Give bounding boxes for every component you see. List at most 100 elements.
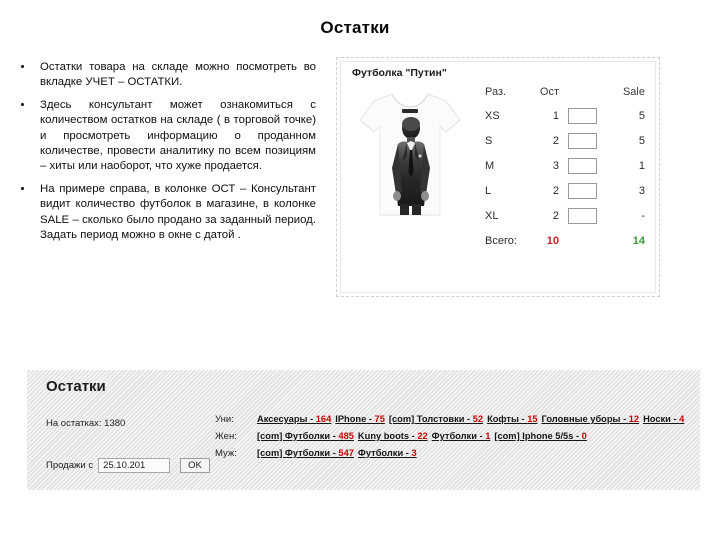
category-link[interactable]: Аксесуары - 164 xyxy=(257,414,331,424)
category-separator: - xyxy=(476,431,486,441)
category-items: Аксесуары - 164 IPhone - 75 [com] Толстовк… xyxy=(257,414,688,424)
column-header-sale: Sale xyxy=(622,86,645,98)
list-item: Остатки товара на складе можно посмотрет… xyxy=(14,60,316,91)
category-count: 22 xyxy=(417,431,428,441)
category-separator: - xyxy=(366,414,375,424)
cell-ost: 2 xyxy=(552,134,559,147)
sales-period-row: Продажи с 25.10.201 OK xyxy=(46,458,210,473)
category-separator: - xyxy=(573,431,582,441)
category-count: 1 xyxy=(485,431,491,441)
table-row: S 2 5 xyxy=(485,128,645,153)
category-items: [com] Футболки - 547 Футболки - 3 xyxy=(257,448,421,458)
stock-card: Футболка "Путин" Раз. Ост Sale XS 1 5 S … xyxy=(336,57,660,297)
category-row: Уни: Аксесуары - 164 IPhone - 75 [com] Толс… xyxy=(215,414,695,425)
cell-size: M xyxy=(485,159,495,172)
panel-title: Остатки xyxy=(46,378,106,395)
category-group-label: Жен: xyxy=(215,431,237,442)
cell-size: XS xyxy=(485,109,500,122)
category-row: Жен: [com] Футболки - 485 Kuny boots - 22 Ф… xyxy=(215,431,695,442)
table-row: XS 1 5 xyxy=(485,103,645,128)
cell-sale: 3 xyxy=(638,184,645,197)
list-item: На примере справа, в колонке ОСТ – Консу… xyxy=(14,182,316,244)
cell-sale: 5 xyxy=(638,134,645,147)
tshirt-image xyxy=(354,84,466,224)
category-count: 12 xyxy=(628,414,640,424)
category-link[interactable]: Головные уборы - 12 xyxy=(542,414,640,424)
category-count: 485 xyxy=(338,431,354,441)
cell-size: XL xyxy=(485,209,499,222)
quantity-input[interactable] xyxy=(567,107,597,124)
cell-input-box xyxy=(559,178,605,203)
table-row: L 2 3 xyxy=(485,178,645,203)
panel-left-column: На остатках: 1380 xyxy=(46,418,226,429)
category-count: 3 xyxy=(411,448,417,458)
cell-sale: - xyxy=(641,209,645,222)
category-name: [com] Iphone 5/5s xyxy=(494,431,574,441)
column-header-input xyxy=(559,84,605,103)
category-name: Кофты xyxy=(487,414,519,424)
category-items: [com] Футболки - 485 Kuny boots - 22 Футбо… xyxy=(257,431,591,441)
category-name: Головные уборы xyxy=(541,414,621,424)
category-link[interactable]: Футболки - 1 xyxy=(432,431,491,441)
bullet-text: Здесь консультант может ознакомиться с к… xyxy=(40,98,316,173)
bullet-dot-icon xyxy=(21,186,24,190)
cell-input-box xyxy=(559,153,605,178)
cell-input-box xyxy=(559,128,605,153)
category-name: [com] Толстовки xyxy=(388,414,465,424)
category-link[interactable]: [com] Толстовки - 52 xyxy=(389,414,483,424)
category-link[interactable]: IPhone - 75 xyxy=(335,414,385,424)
category-name: Kuny boots xyxy=(357,431,410,441)
category-name: Футболки xyxy=(431,431,477,441)
category-separator: - xyxy=(464,414,473,424)
quantity-input[interactable] xyxy=(567,207,597,224)
total-ost-value: 10 xyxy=(546,234,559,247)
bullet-text: На примере справа, в колонке ОСТ – Консу… xyxy=(40,182,316,242)
quantity-input[interactable] xyxy=(567,157,597,174)
cell-size: L xyxy=(485,184,492,197)
cell-size: S xyxy=(485,134,493,147)
category-link[interactable]: [com] Iphone 5/5s - 0 xyxy=(494,431,586,441)
bullet-dot-icon xyxy=(21,65,24,68)
category-name: [com] Футболки xyxy=(257,431,331,441)
category-separator: - xyxy=(307,414,316,424)
ok-button[interactable]: OK xyxy=(180,458,210,473)
cell-sale: 5 xyxy=(638,109,645,122)
category-link[interactable]: [com] Футболки - 547 xyxy=(257,448,354,458)
table-row: M 3 1 xyxy=(485,153,645,178)
category-link[interactable]: Кофты - 15 xyxy=(487,414,537,424)
cell-ost: 2 xyxy=(552,184,559,197)
cell-ost: 3 xyxy=(552,159,559,172)
column-header-ost: Ост xyxy=(539,86,559,98)
cell-ost: 1 xyxy=(552,109,559,122)
category-link[interactable]: Kuny boots - 22 xyxy=(358,431,428,441)
date-input[interactable]: 25.10.201 xyxy=(98,458,171,473)
quantity-input[interactable] xyxy=(567,182,597,199)
page-title: Остатки xyxy=(320,18,390,37)
bullet-dot-icon xyxy=(21,102,24,106)
category-group-label: Муж: xyxy=(215,448,237,459)
total-label: Всего: xyxy=(485,234,517,247)
cell-sale: 1 xyxy=(638,159,645,172)
remains-total-label: На остатках: 1380 xyxy=(46,418,126,429)
category-count: 547 xyxy=(338,448,354,458)
category-link[interactable]: Носки - 4 xyxy=(643,414,684,424)
total-spacer xyxy=(559,228,605,253)
category-name: Футболки xyxy=(357,448,404,458)
quantity-input[interactable] xyxy=(567,132,597,149)
category-link[interactable]: Футболки - 3 xyxy=(358,448,417,458)
category-row: Муж: [com] Футболки - 547 Футболки - 3 xyxy=(215,448,695,459)
list-item: Здесь консультант может ознакомиться с к… xyxy=(14,98,316,175)
category-link[interactable]: [com] Футболки - 485 xyxy=(257,431,354,441)
category-name: Аксесуары xyxy=(257,414,308,424)
stock-app-panel: Остатки На остатках: 1380 Продажи с 25.1… xyxy=(27,370,700,490)
category-separator: - xyxy=(670,414,680,424)
sales-from-label: Продажи с xyxy=(46,460,94,471)
cell-input-box xyxy=(559,203,605,228)
cell-ost: 2 xyxy=(552,209,559,222)
category-count: 15 xyxy=(527,414,538,424)
category-separator: - xyxy=(518,414,528,424)
category-name: [com] Футболки xyxy=(257,448,331,458)
category-count: 52 xyxy=(472,414,484,424)
table-header-row: Раз. Ост Sale xyxy=(485,84,645,103)
cell-input-box xyxy=(559,103,605,128)
